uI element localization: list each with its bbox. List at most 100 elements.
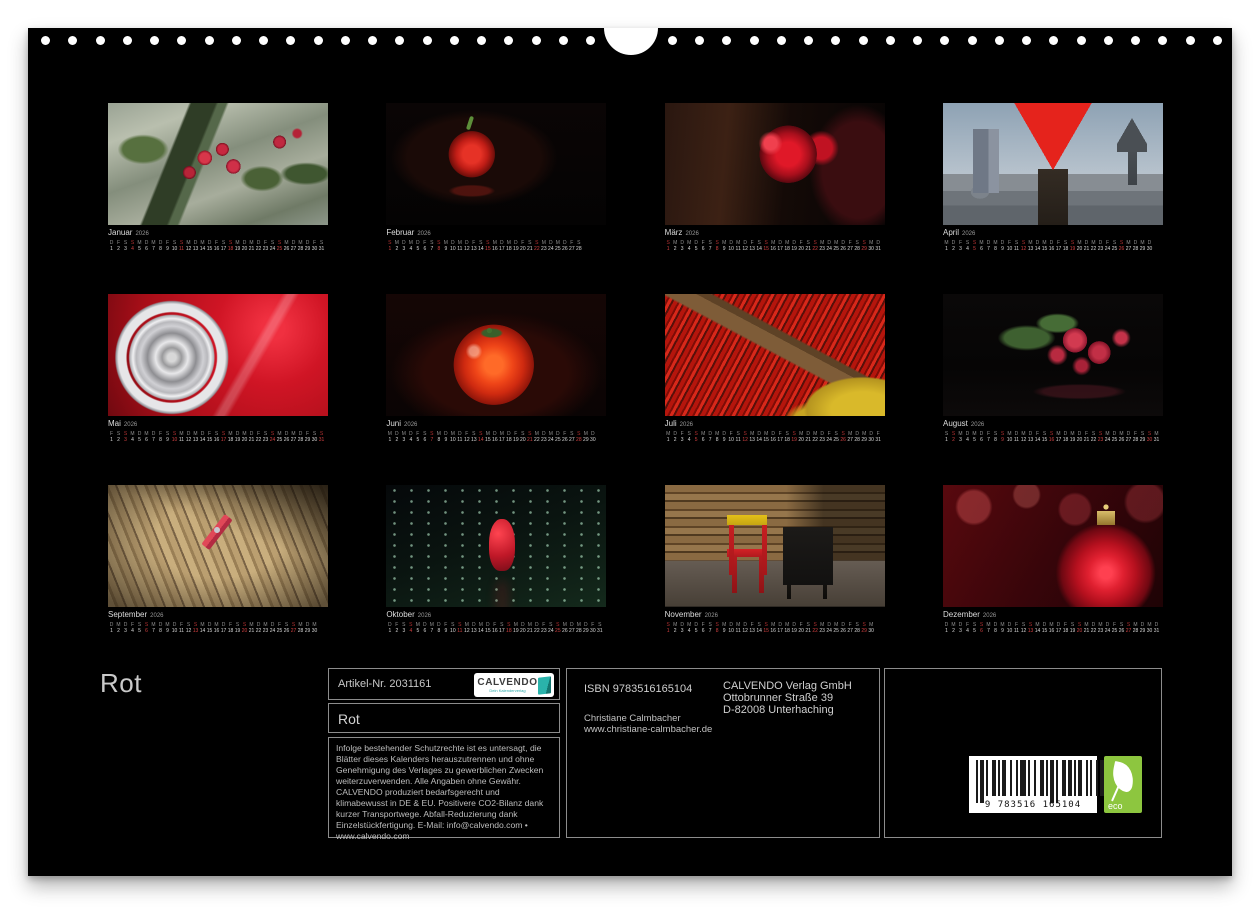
- day-number: 4: [129, 437, 136, 443]
- month-year: 2026: [705, 613, 718, 619]
- day-number: 9: [999, 437, 1006, 443]
- day-number: 10: [449, 628, 456, 634]
- day-number: 19: [1069, 246, 1076, 252]
- day-number: 30: [1146, 437, 1153, 443]
- day-number: 12: [185, 437, 192, 443]
- day-number: 6: [978, 246, 985, 252]
- month-photo-wooden-clothespins-one-red: [108, 485, 328, 607]
- binding-hole: [341, 36, 350, 45]
- day-number: 10: [728, 437, 735, 443]
- day-number: 5: [136, 628, 143, 634]
- day-number: 26: [840, 628, 847, 634]
- day-number: 14: [756, 437, 763, 443]
- day-number: 13: [749, 246, 756, 252]
- month-cell-juli: Juli2026MDFSSMDMDFSSMDMDFSSMDMDFSSMDMDF1…: [665, 294, 885, 443]
- day-number: 17: [220, 437, 227, 443]
- binding-hole: [777, 36, 786, 45]
- day-number: 29: [304, 437, 311, 443]
- day-number: 26: [561, 246, 568, 252]
- month-label: September2026: [108, 610, 328, 620]
- day-number: 22: [255, 437, 262, 443]
- day-number: 19: [791, 628, 798, 634]
- legal-text: Infolge bestehender Schutzrechte ist es …: [329, 738, 559, 847]
- day-number: 1: [665, 246, 672, 252]
- day-number: 25: [1111, 437, 1118, 443]
- day-number: 20: [798, 246, 805, 252]
- day-number: 4: [407, 628, 414, 634]
- day-number: 13: [470, 628, 477, 634]
- day-number: 28: [575, 437, 582, 443]
- day-number: 23: [1097, 246, 1104, 252]
- day-number: 9: [442, 628, 449, 634]
- day-number: 10: [728, 246, 735, 252]
- binding-hole: [722, 36, 731, 45]
- day-number: 7: [707, 628, 714, 634]
- day-number: 19: [234, 246, 241, 252]
- binding-hole: [532, 36, 541, 45]
- month-label: Juni2026: [386, 419, 606, 429]
- day-number: 19: [512, 246, 519, 252]
- day-number: 2: [672, 628, 679, 634]
- day-number: 10: [728, 628, 735, 634]
- month-cell-dezember: Dezember2026DMDFSSMDMDFSSMDMDFSSMDMDFSSM…: [943, 485, 1163, 634]
- day-number: 1: [943, 246, 950, 252]
- month-label: August2026: [943, 419, 1163, 429]
- day-numbers-row: 1234567891011121314151617181920212223242…: [386, 628, 606, 634]
- publisher-line: D-82008 Unterhaching: [723, 704, 852, 716]
- day-number: 29: [582, 437, 589, 443]
- calvendo-logo-subtitle: Dein Kalenderverlag: [477, 688, 538, 693]
- day-number: 24: [269, 246, 276, 252]
- day-number: 26: [283, 437, 290, 443]
- mini-calendar-strip: DFSSMDMDFSSMDMDFSSMDMDFSSMDMDFS123456789…: [386, 622, 606, 634]
- day-number: 18: [1062, 628, 1069, 634]
- binding-hole: [68, 36, 77, 45]
- binding-hole: [1131, 36, 1140, 45]
- month-year: 2026: [685, 231, 698, 237]
- day-number: 28: [854, 246, 861, 252]
- day-number: 5: [414, 246, 421, 252]
- day-number: 2: [393, 437, 400, 443]
- day-number: 15: [1041, 246, 1048, 252]
- day-number: 23: [1097, 437, 1104, 443]
- day-number: 27: [1125, 437, 1132, 443]
- binding-hole: [368, 36, 377, 45]
- day-number: 27: [290, 628, 297, 634]
- day-number: 1: [386, 437, 393, 443]
- day-number: 14: [477, 246, 484, 252]
- day-number: 16: [1048, 246, 1055, 252]
- day-number: 2: [950, 246, 957, 252]
- month-cell-märz: März2026SMDMDFSSMDMDFSSMDMDFSSMDMDFSSMD1…: [665, 103, 885, 252]
- binding-hole: [1022, 36, 1031, 45]
- day-number: 10: [171, 246, 178, 252]
- day-number: 18: [784, 628, 791, 634]
- day-number: 12: [1020, 246, 1027, 252]
- day-number: 31: [318, 437, 325, 443]
- month-photo-red-tulip-blossom: [665, 103, 885, 225]
- day-number: 3: [122, 628, 129, 634]
- author-website: www.christiane-calmbacher.de: [584, 724, 712, 735]
- day-number: 11: [735, 246, 742, 252]
- day-number: 16: [1048, 437, 1055, 443]
- month-label: Juli2026: [665, 419, 885, 429]
- day-number: 2: [393, 246, 400, 252]
- month-cell-februar: Februar2026SMDMDFSSMDMDFSSMDMDFSSMDMDFS1…: [386, 103, 606, 252]
- day-number: 6: [143, 246, 150, 252]
- day-number: 19: [512, 437, 519, 443]
- binding-hole: [41, 36, 50, 45]
- day-number: 8: [992, 437, 999, 443]
- day-number: 28: [297, 628, 304, 634]
- day-number: 30: [311, 437, 318, 443]
- day-number: 20: [241, 437, 248, 443]
- binding-hole: [940, 36, 949, 45]
- binding-hole: [695, 36, 704, 45]
- day-number: 31: [875, 246, 882, 252]
- binding-hole: [259, 36, 268, 45]
- article-number: Artikel-Nr. 2031161: [338, 678, 431, 690]
- calvendo-logo-text: CALVENDO Dein Kalenderverlag: [477, 677, 538, 693]
- binding-hole: [1077, 36, 1086, 45]
- month-photo-red-car-fender-chrome-headlight: [108, 294, 328, 416]
- day-number: 30: [589, 437, 596, 443]
- day-number: 1: [108, 437, 115, 443]
- day-number: 24: [269, 628, 276, 634]
- day-number: 13: [470, 246, 477, 252]
